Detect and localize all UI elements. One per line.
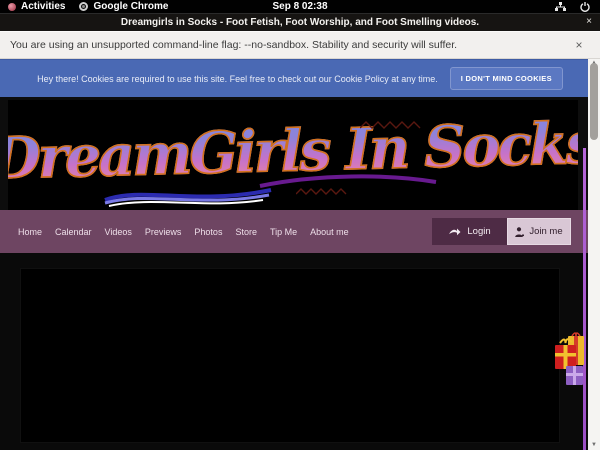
nav-item-calendar[interactable]: Calendar	[55, 227, 92, 237]
main-content	[0, 253, 600, 450]
nav-item-tipme[interactable]: Tip Me	[270, 227, 297, 237]
activities-label: Activities	[21, 1, 65, 12]
logo-squiggle-decoration	[296, 186, 352, 198]
person-icon	[515, 227, 524, 237]
browser-scrollbar[interactable]: ▲ ▼	[588, 59, 600, 450]
site-logo[interactable]: DreamGirls In Socks	[8, 100, 578, 210]
gnome-top-bar: Activities Google Chrome Sep 8 02:38	[0, 0, 600, 13]
chrome-icon	[79, 2, 88, 11]
nav-item-previews[interactable]: Previews	[145, 227, 182, 237]
browser-tab-strip: Dreamgirls in Socks - Foot Fetish, Foot …	[0, 13, 600, 31]
site-navbar: Home Calendar Videos Previews Photos Sto…	[0, 210, 600, 253]
site-logo-text: DreamGirls In Socks	[8, 109, 578, 192]
nav-item-home[interactable]: Home	[18, 227, 42, 237]
power-icon[interactable]	[580, 2, 590, 12]
video-player[interactable]	[20, 268, 560, 443]
active-app-label: Google Chrome	[93, 1, 168, 12]
join-button[interactable]: Join me	[507, 218, 571, 245]
nav-item-videos[interactable]: Videos	[105, 227, 132, 237]
nav-item-store[interactable]: Store	[235, 227, 257, 237]
login-button[interactable]: Login	[432, 218, 507, 245]
login-arrow-icon	[448, 227, 461, 236]
scrollbar-down-icon[interactable]: ▼	[588, 441, 600, 450]
activities-button[interactable]: Activities	[8, 0, 65, 13]
nav-item-photos[interactable]: Photos	[194, 227, 222, 237]
scrollbar-thumb[interactable]	[590, 63, 598, 140]
login-label: Login	[467, 226, 490, 237]
cookie-accept-button[interactable]: I DON'T MIND COOKIES	[450, 67, 563, 90]
gifts-promo-icon[interactable]	[555, 329, 584, 391]
cookie-message: Hey there! Cookies are required to use t…	[37, 74, 438, 84]
distro-logo-icon	[8, 3, 16, 11]
nav-menu: Home Calendar Videos Previews Photos Sto…	[0, 227, 349, 237]
desktop-screen: Activities Google Chrome Sep 8 02:38	[0, 0, 600, 450]
page-edge-accent-line	[583, 148, 586, 450]
nav-item-aboutme[interactable]: About me	[310, 227, 349, 237]
cookie-banner: Hey there! Cookies are required to use t…	[0, 59, 600, 97]
tab-title[interactable]: Dreamgirls in Socks - Foot Fetish, Foot …	[0, 17, 600, 28]
site-header: DreamGirls In Socks	[0, 97, 600, 210]
flag-warning-infobar: You are using an unsupported command-lin…	[0, 31, 600, 59]
join-label: Join me	[529, 226, 562, 237]
tab-close-icon[interactable]: ×	[583, 16, 595, 27]
network-icon[interactable]	[555, 2, 566, 12]
flag-warning-text: You are using an unsupported command-lin…	[0, 39, 457, 51]
infobar-close-icon[interactable]: ×	[572, 38, 586, 52]
active-app-menu[interactable]: Google Chrome	[79, 0, 168, 13]
